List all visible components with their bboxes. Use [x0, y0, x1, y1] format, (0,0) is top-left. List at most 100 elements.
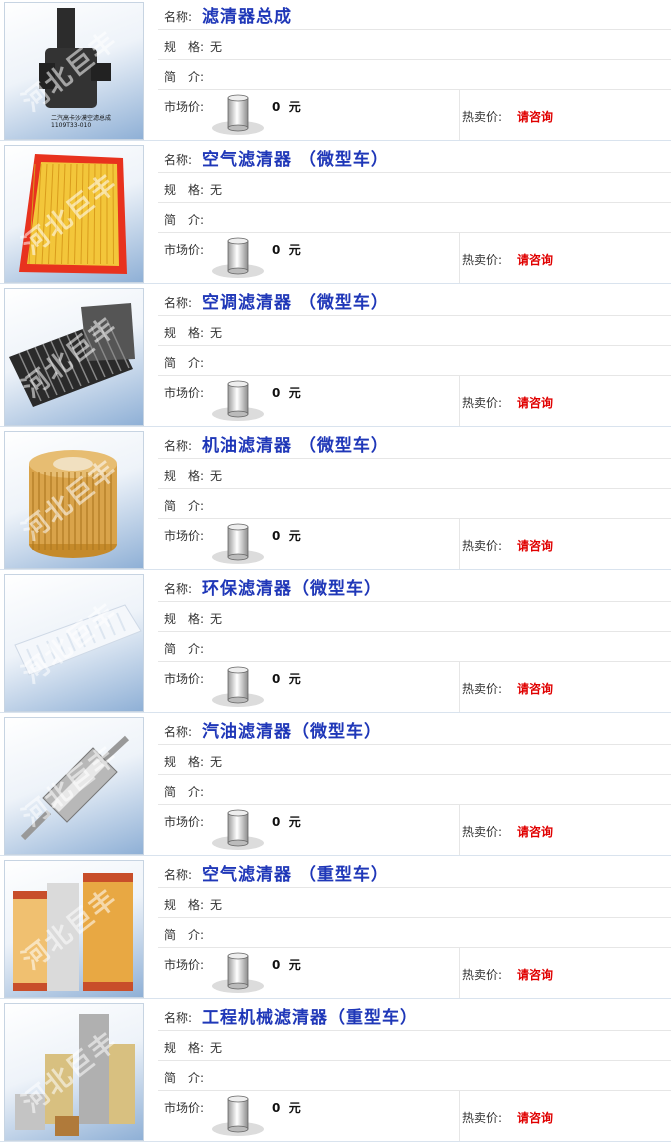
- spec-value: 无: [210, 183, 223, 197]
- product-name-link[interactable]: 空气滤清器 （微型车）: [202, 145, 389, 170]
- product-name-link[interactable]: 机油滤清器 （微型车）: [202, 431, 389, 456]
- product-name-link[interactable]: 空调滤清器 （微型车）: [202, 288, 389, 313]
- product-name-link[interactable]: 工程机械滤清器（重型车）: [202, 1003, 418, 1028]
- spec-label: 规 格:: [164, 612, 205, 626]
- name-label: 名称:: [164, 725, 193, 739]
- spec-value: 无: [210, 326, 223, 340]
- product-item: 河北巨丰 名称: 汽油滤清器（微型车） 规 格: 无简 介: 市场价: 0 元热卖价: 请咨询: [0, 715, 671, 858]
- column-divider: [459, 805, 460, 855]
- hot-price-label: 热卖价:: [462, 539, 503, 553]
- intro-label: 简 介:: [164, 70, 205, 84]
- item-divider: [0, 569, 671, 570]
- market-price-value: 0 元: [272, 98, 301, 115]
- market-price-number: 0: [272, 672, 281, 686]
- item-divider: [0, 855, 671, 856]
- product-name-link[interactable]: 空气滤清器 （重型车）: [202, 860, 389, 885]
- spec-label: 规 格:: [164, 755, 205, 769]
- market-price-value: 0 元: [272, 241, 301, 258]
- intro-label: 简 介:: [164, 1071, 205, 1085]
- hot-price-value: 请咨询: [517, 682, 554, 696]
- price-unit: 元: [288, 672, 301, 686]
- product-image[interactable]: 河北巨丰: [4, 288, 144, 426]
- spec-label: 规 格:: [164, 1041, 205, 1055]
- price-unit: 元: [288, 100, 301, 114]
- product-image[interactable]: 河北巨丰 二汽高卡沙漠空滤总成 1109T33-010: [4, 2, 144, 140]
- market-price-label: 市场价:: [164, 958, 205, 972]
- product-item: 河北巨丰 名称: 空气滤清器 （微型车） 规 格: 无简 介: 市场价: 0 元热卖价: 请咨…: [0, 143, 671, 286]
- market-price-label: 市场价:: [164, 100, 205, 114]
- product-name-link[interactable]: 环保滤清器（微型车）: [202, 574, 382, 599]
- product-info: 名称: 滤清器总成规 格: 无简 介: 市场价: 0 元热卖价: 请咨询: [158, 0, 671, 143]
- hot-price-value: 请咨询: [517, 253, 554, 267]
- item-divider: [0, 426, 671, 427]
- price-unit: 元: [288, 958, 301, 972]
- item-divider: [0, 998, 671, 999]
- market-price-number: 0: [272, 100, 281, 114]
- market-price-number: 0: [272, 243, 281, 257]
- name-label: 名称:: [164, 439, 193, 453]
- product-info: 名称: 工程机械滤清器（重型车） 规 格: 无简 介: 市场价: 0 元热卖价: 请咨询: [158, 1001, 671, 1144]
- spec-value: 无: [210, 612, 223, 626]
- hot-price-value: 请咨询: [517, 1111, 554, 1125]
- hot-price-value: 请咨询: [517, 968, 554, 982]
- name-label: 名称:: [164, 153, 193, 167]
- product-item: 河北巨丰 名称: 工程机械滤清器（重型车） 规 格: 无简 介: 市场价: 0 元热卖价: 请…: [0, 1001, 671, 1144]
- product-item: 河北巨丰 名称: 空气滤清器 （重型车） 规 格: 无简 介: 市场价: 0 元热卖价: 请咨…: [0, 858, 671, 1001]
- hot-price-label: 热卖价:: [462, 968, 503, 982]
- product-item: 河北巨丰 名称: 空调滤清器 （微型车） 规 格: 无简 介: 市场价: 0 元热卖价: 请咨…: [0, 286, 671, 429]
- hot-price-value: 请咨询: [517, 825, 554, 839]
- spec-value: 无: [210, 1041, 223, 1055]
- price-unit: 元: [288, 815, 301, 829]
- product-image[interactable]: 河北巨丰: [4, 574, 144, 712]
- market-price-value: 0 元: [272, 1099, 301, 1116]
- market-price-number: 0: [272, 386, 281, 400]
- spec-label: 规 格:: [164, 469, 205, 483]
- market-price-label: 市场价:: [164, 672, 205, 686]
- spec-value: 无: [210, 469, 223, 483]
- column-divider: [459, 233, 460, 283]
- market-price-value: 0 元: [272, 384, 301, 401]
- spec-label: 规 格:: [164, 898, 205, 912]
- product-image[interactable]: 河北巨丰: [4, 145, 144, 283]
- intro-label: 简 介:: [164, 928, 205, 942]
- product-info: 名称: 环保滤清器（微型车） 规 格: 无简 介: 市场价: 0 元热卖价: 请咨询: [158, 572, 671, 715]
- market-price-number: 0: [272, 529, 281, 543]
- intro-label: 简 介:: [164, 356, 205, 370]
- column-divider: [459, 662, 460, 712]
- product-image[interactable]: 河北巨丰: [4, 860, 144, 998]
- price-unit: 元: [288, 243, 301, 257]
- market-price-label: 市场价:: [164, 386, 205, 400]
- hot-price-label: 热卖价:: [462, 1111, 503, 1125]
- product-item: 河北巨丰 二汽高卡沙漠空滤总成 1109T33-010 名称: 滤清器总成规 格: 无简…: [0, 0, 671, 143]
- column-divider: [459, 376, 460, 426]
- intro-label: 简 介:: [164, 642, 205, 656]
- product-name-link[interactable]: 滤清器总成: [202, 2, 292, 27]
- hot-price-label: 热卖价:: [462, 396, 503, 410]
- hot-price-label: 热卖价:: [462, 253, 503, 267]
- product-image[interactable]: 河北巨丰: [4, 431, 144, 569]
- spec-value: 无: [210, 40, 223, 54]
- product-image[interactable]: 河北巨丰: [4, 1003, 144, 1141]
- spec-value: 无: [210, 898, 223, 912]
- spec-label: 规 格:: [164, 326, 205, 340]
- intro-label: 简 介:: [164, 213, 205, 227]
- market-price-label: 市场价:: [164, 243, 205, 257]
- hot-price-label: 热卖价:: [462, 110, 503, 124]
- spec-label: 规 格:: [164, 183, 205, 197]
- product-item: 河北巨丰 名称: 机油滤清器 （微型车） 规 格: 无简 介: 市场价: 0 元热卖价: 请咨…: [0, 429, 671, 572]
- market-price-value: 0 元: [272, 670, 301, 687]
- spec-label: 规 格:: [164, 40, 205, 54]
- product-info: 名称: 机油滤清器 （微型车） 规 格: 无简 介: 市场价: 0 元热卖价: 请咨询: [158, 429, 671, 572]
- price-unit: 元: [288, 386, 301, 400]
- name-label: 名称:: [164, 582, 193, 596]
- image-caption: 二汽高卡沙漠空滤总成 1109T33-010: [51, 115, 112, 129]
- hot-price-value: 请咨询: [517, 396, 554, 410]
- product-info: 名称: 空气滤清器 （微型车） 规 格: 无简 介: 市场价: 0 元热卖价: 请咨询: [158, 143, 671, 286]
- intro-label: 简 介:: [164, 499, 205, 513]
- market-price-number: 0: [272, 815, 281, 829]
- product-info: 名称: 汽油滤清器（微型车） 规 格: 无简 介: 市场价: 0 元热卖价: 请咨询: [158, 715, 671, 858]
- product-image[interactable]: 河北巨丰: [4, 717, 144, 855]
- hot-price-value: 请咨询: [517, 110, 554, 124]
- market-price-value: 0 元: [272, 956, 301, 973]
- product-name-link[interactable]: 汽油滤清器（微型车）: [202, 717, 382, 742]
